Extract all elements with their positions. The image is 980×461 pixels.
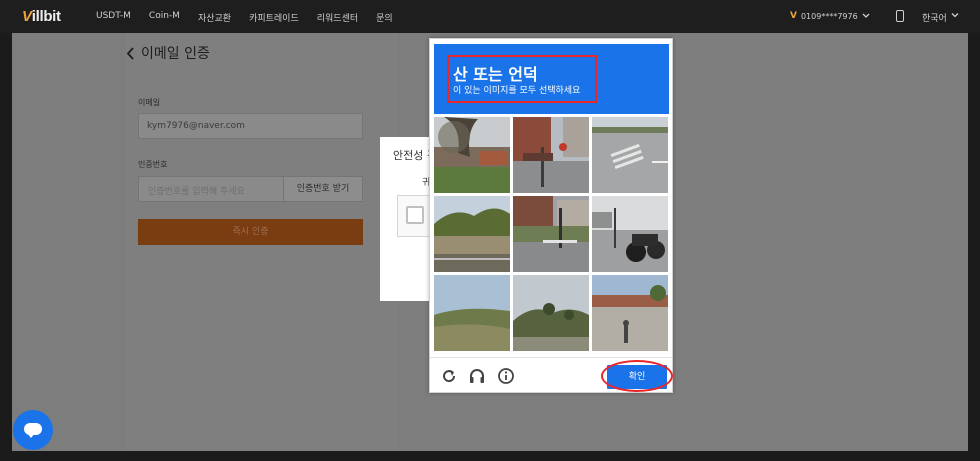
brand-logo[interactable]: Villbit — [22, 8, 61, 25]
code-input[interactable]: 인증번호를 입력해 주세요 — [138, 176, 284, 202]
tile-hillside-field[interactable] — [434, 275, 510, 351]
tile-hill-trees[interactable] — [513, 275, 589, 351]
tile-parking-lot[interactable] — [592, 275, 668, 351]
top-navigation-bar: Villbit USDT-M Coin-M 자산교환 카피트레이드 리워드센터 … — [0, 0, 980, 33]
tile-crosswalk[interactable] — [592, 117, 668, 193]
tile-bridge-trees[interactable] — [434, 196, 510, 272]
captcha-heading: 산 또는 언덕 — [453, 65, 538, 84]
captcha-footer: 확인 — [430, 357, 673, 393]
send-code-button[interactable]: 인증번호 받기 — [283, 176, 363, 202]
chat-bubble-tail — [27, 433, 35, 438]
info-icon[interactable] — [497, 367, 515, 385]
nav-copy-trade[interactable]: 카피트레이드 — [249, 11, 299, 24]
nav-inquiry[interactable]: 문의 — [376, 11, 393, 24]
captcha-image-grid — [434, 117, 669, 353]
tile-motorcycle[interactable] — [592, 196, 668, 272]
captcha-header: 산 또는 언덕 이 있는 이미지를 모두 선택하세요 — [434, 44, 669, 114]
captcha-instruction: 이 있는 이미지를 모두 선택하세요 — [453, 86, 581, 96]
chevron-down-icon — [951, 13, 959, 18]
verify-button[interactable]: 즉시 인증 — [138, 219, 363, 245]
screen: Villbit USDT-M Coin-M 자산교환 카피트레이드 리워드센터 … — [0, 0, 980, 461]
account-menu[interactable]: V 0109****7976 — [790, 11, 870, 21]
highlight-circle — [601, 360, 673, 392]
account-id: 0109****7976 — [800, 11, 858, 21]
captcha-challenge: 산 또는 언덕 이 있는 이미지를 모두 선택하세요 확인 — [429, 38, 673, 393]
chevron-down-icon — [862, 13, 870, 18]
nav-reward-center[interactable]: 리워드센터 — [317, 11, 358, 24]
nav-usdt-m[interactable]: USDT-M — [96, 11, 131, 24]
chat-widget-button[interactable] — [13, 410, 53, 450]
vip-badge-icon: V — [790, 11, 797, 21]
language-label: 한국어 — [922, 14, 947, 24]
email-label: 이메일 — [138, 98, 161, 107]
tile-street-building[interactable] — [513, 117, 589, 193]
tile-street-traffic[interactable] — [513, 196, 589, 272]
nav-asset-exchange[interactable]: 자산교환 — [198, 11, 231, 24]
main-nav: USDT-M Coin-M 자산교환 카피트레이드 리워드센터 문의 — [96, 11, 393, 24]
audio-challenge-icon[interactable] — [468, 367, 486, 385]
back-arrow-icon — [126, 46, 134, 60]
email-field[interactable]: kym7976@naver.com — [138, 113, 363, 139]
tile-tree-house[interactable] — [434, 117, 510, 193]
reload-icon[interactable] — [440, 367, 458, 385]
mobile-app-icon[interactable] — [896, 10, 904, 22]
page-title: 이메일 인증 — [141, 46, 210, 62]
recaptcha-checkbox[interactable] — [406, 206, 424, 224]
nav-coin-m[interactable]: Coin-M — [149, 11, 180, 24]
back-header[interactable]: 이메일 인증 — [126, 43, 210, 63]
language-selector[interactable]: 한국어 — [922, 11, 959, 24]
code-label: 인증번호 — [138, 160, 168, 169]
